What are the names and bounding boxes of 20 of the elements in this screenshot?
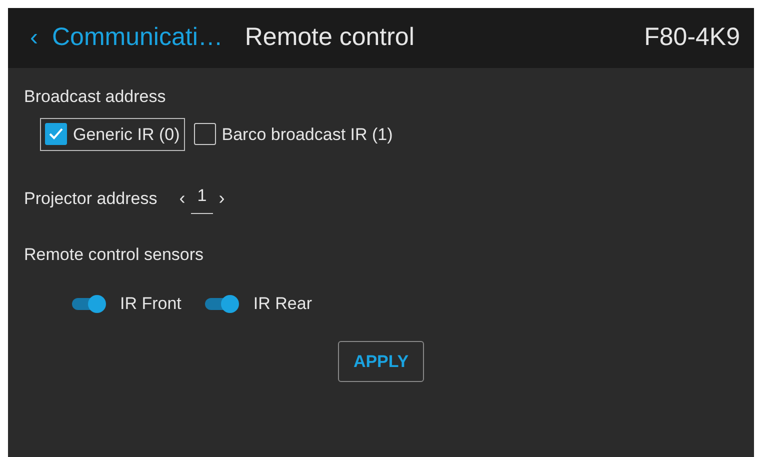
checkbox-option[interactable]: Barco broadcast IR (1)	[188, 118, 398, 151]
toggle-option[interactable]: IR Front	[72, 291, 182, 316]
toggle-switch[interactable]	[72, 294, 106, 313]
field-label: Projector address	[24, 188, 158, 210]
check-icon	[49, 128, 63, 140]
next-button[interactable]: ›	[212, 184, 231, 212]
section-label: Remote control sensors	[24, 244, 205, 266]
checkbox-option[interactable]: Generic IR (0)	[40, 118, 185, 151]
number-field[interactable]: 1	[191, 183, 213, 214]
checkbox[interactable]	[194, 123, 216, 146]
back-icon[interactable]: ‹	[30, 20, 38, 56]
apply-button[interactable]: APPLY	[338, 340, 424, 382]
toggle-option[interactable]: IR Rear	[205, 291, 312, 316]
checkbox[interactable]	[45, 123, 67, 146]
toggle-switch[interactable]	[205, 294, 240, 313]
previous-button[interactable]: ‹	[173, 184, 192, 212]
page-title: Remote control	[244, 22, 414, 54]
section-label: Broadcast address	[24, 86, 167, 108]
device-name: F80-4K9	[644, 22, 740, 54]
breadcrumb-link[interactable]: Communicati…	[52, 19, 223, 57]
